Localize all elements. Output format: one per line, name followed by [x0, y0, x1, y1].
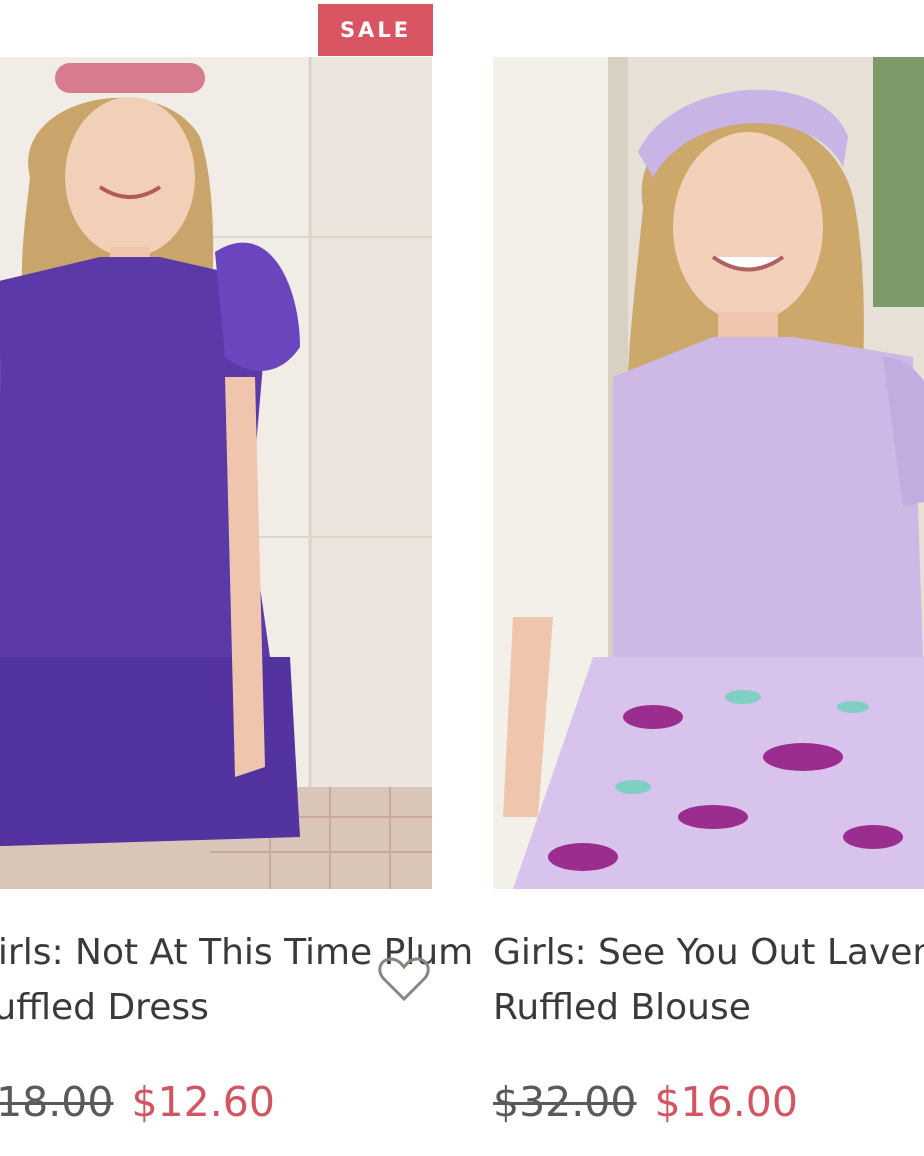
original-price: $32.00: [493, 1078, 637, 1126]
product-title-line: Girls: See You Out Lavender: [493, 932, 924, 973]
product-image[interactable]: [493, 57, 924, 889]
product-grid: SALE Girls: Not At This Time Plum uffled…: [0, 0, 924, 1156]
product-image[interactable]: [0, 57, 432, 889]
sale-price: $16.00: [654, 1078, 798, 1126]
original-price: $18.00: [0, 1078, 114, 1126]
product-photo-lavender-blouse: [493, 57, 924, 889]
price-row: $18.00 $12.60: [0, 1078, 275, 1126]
heart-icon[interactable]: [378, 955, 430, 1003]
sale-price: $12.60: [131, 1078, 275, 1126]
sale-badge: SALE: [318, 4, 433, 56]
price-row: $32.00 $16.00: [493, 1078, 798, 1126]
product-title[interactable]: Girls: See You Out Lavender Ruffled Blou…: [493, 925, 924, 1035]
product-title-line: Ruffled Blouse: [493, 987, 751, 1028]
product-photo-plum-dress: [0, 57, 432, 889]
